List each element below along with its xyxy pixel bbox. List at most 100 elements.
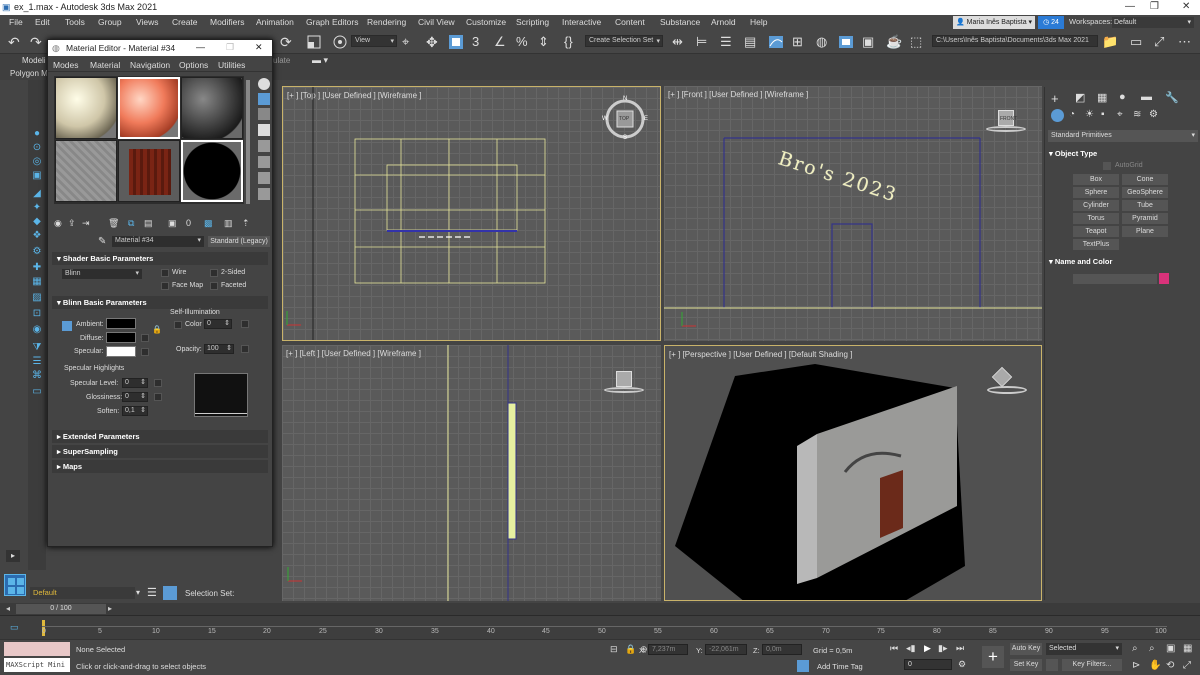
lights-icon[interactable]: ☀ (1085, 109, 1094, 120)
default-in-out-tangent-icon[interactable] (1046, 659, 1058, 671)
create-tab-icon[interactable]: + (1051, 91, 1059, 106)
glossiness-map-button[interactable] (154, 393, 162, 401)
viewport-front[interactable]: [+ ] [Front ] [User Defined ] [Wireframe… (664, 86, 1042, 341)
zoom-all-icon[interactable]: ⌕ (1149, 643, 1155, 654)
sample-slot-2-active[interactable] (118, 77, 180, 139)
extended-parameters-rollout[interactable]: ▸ Extended Parameters (52, 430, 268, 443)
wire-checkbox[interactable] (161, 269, 169, 277)
time-config-icon[interactable]: ⚙ (958, 659, 966, 670)
snap-3d-icon[interactable]: 3 (472, 34, 488, 50)
freeze-icon[interactable]: ⊡ (31, 308, 43, 320)
self-illum-spinner[interactable]: 0 ⇕ (204, 319, 232, 329)
blinn-basic-rollout[interactable]: ▾ Blinn Basic Parameters (52, 296, 268, 309)
expand-left-panel-icon[interactable]: ▸ (6, 550, 20, 562)
time-next-icon[interactable]: ▸ (108, 604, 112, 613)
scale-icon[interactable] (306, 34, 322, 50)
time-slider[interactable]: 0 / 100 (16, 604, 106, 614)
supersampling-rollout[interactable]: ▸ SuperSampling (52, 445, 268, 458)
specular-level-map-button[interactable] (154, 379, 162, 387)
z-coordinate-field[interactable]: 0,0m (762, 644, 802, 655)
selection-lock-icon[interactable]: 🔒 (625, 644, 636, 655)
self-illum-map-button[interactable] (241, 320, 249, 328)
maxscript-mini-listener[interactable]: MAXScript Mini (4, 658, 70, 672)
hide-icon[interactable]: ▨ (31, 292, 43, 304)
opacity-spinner[interactable]: 100 ⇕ (204, 344, 234, 354)
eyedropper-icon[interactable]: ✎ (98, 236, 106, 247)
specular-color-swatch[interactable] (106, 346, 136, 357)
faceted-checkbox[interactable] (210, 282, 218, 290)
sample-slot-5[interactable] (118, 140, 180, 202)
camera-icon[interactable]: ▣ (31, 170, 43, 182)
teapot-button[interactable]: Teapot (1073, 226, 1119, 237)
menu-interactive[interactable]: Interactive (562, 17, 601, 27)
menu-scripting[interactable]: Scripting (516, 17, 549, 27)
sample-slot-1[interactable] (55, 77, 117, 139)
diffuse-map-button[interactable] (141, 334, 149, 342)
spinner-snap-icon[interactable]: ⇕ (538, 34, 554, 50)
viewcube-left[interactable] (616, 371, 632, 387)
me-menu-navigation[interactable]: Navigation (130, 60, 170, 70)
menu-edit[interactable]: Edit (35, 17, 50, 27)
set-key-mode-icon[interactable]: + (982, 646, 1004, 668)
screen-icon[interactable]: ▭ (1130, 34, 1146, 50)
track-bar-icon[interactable]: ▭ (10, 622, 19, 633)
two-sided-checkbox[interactable] (210, 269, 218, 277)
key-set-dropdown[interactable]: Selected ▾ (1046, 643, 1122, 655)
curve-editor-icon[interactable] (768, 34, 784, 50)
render-iterative-icon[interactable]: ⬚ (910, 34, 926, 50)
background-icon[interactable] (258, 108, 270, 120)
modify-tab-icon[interactable]: ◩ (1075, 91, 1085, 104)
next-frame-icon[interactable]: ▮▸ (938, 643, 947, 654)
previous-frame-icon[interactable]: ◂▮ (906, 643, 915, 654)
menu-substance[interactable]: Substance (660, 17, 700, 27)
sample-slot-4[interactable] (55, 140, 117, 202)
ambient-color-swatch[interactable] (106, 318, 136, 329)
menu-tools[interactable]: Tools (65, 17, 85, 27)
placement-icon[interactable] (332, 34, 348, 50)
time-prev-icon[interactable]: ◂ (6, 604, 10, 613)
go-to-end-icon[interactable]: ⏭ (956, 643, 964, 654)
motion-tab-icon[interactable]: ● (1119, 91, 1126, 103)
make-preview-icon[interactable] (258, 156, 270, 168)
menu-civil-view[interactable]: Civil View (418, 17, 455, 27)
rotate-icon[interactable]: ⟳ (280, 34, 296, 50)
object-name-input[interactable] (1073, 274, 1157, 284)
chevron-down-icon[interactable]: ▾ (136, 588, 140, 597)
material-editor-titlebar[interactable]: ◍ Material Editor - Material #34 — ❐ ✕ (48, 40, 272, 56)
link-icon[interactable]: ⊙ (31, 142, 43, 154)
show-in-viewport-icon[interactable]: ▩ (204, 218, 213, 229)
user-account[interactable]: 👤 Maria Inês Baptista ▾ (953, 16, 1035, 29)
textplus-button[interactable]: TextPlus (1073, 239, 1119, 250)
key-filters-button[interactable]: Key Filters... (1062, 659, 1122, 671)
ruler-icon[interactable]: ◢ (31, 188, 43, 200)
ribbon-tab-modeling[interactable]: Modeli (22, 56, 46, 65)
project-path-field[interactable]: C:\Users\Inês Baptista\Documents\3ds Max… (932, 35, 1098, 47)
project-folder-icon[interactable]: 📁 (1102, 34, 1118, 50)
selection-set-icon[interactable] (163, 586, 177, 600)
options-icon[interactable] (258, 172, 270, 184)
scene-explorer-icon[interactable]: ▭ (31, 386, 43, 398)
menu-animation[interactable]: Animation (256, 17, 294, 27)
align-icon[interactable]: ⊨ (696, 34, 712, 50)
assign-material-icon[interactable]: ⇥ (82, 218, 90, 229)
edit-named-selections-icon[interactable]: {} (564, 34, 580, 50)
menu-help[interactable]: Help (750, 17, 767, 27)
me-minimize-icon[interactable]: — (196, 42, 205, 52)
helper-icon[interactable]: ◆ (31, 216, 43, 228)
layers-stack-icon[interactable]: ☰ (147, 586, 157, 599)
me-close-icon[interactable]: ✕ (255, 42, 263, 53)
sample-slot-6[interactable] (181, 140, 243, 202)
viewport-layout-icon[interactable] (4, 574, 26, 596)
maps-rollout[interactable]: ▸ Maps (52, 460, 268, 473)
x-coordinate-field[interactable]: 7,237m (648, 644, 688, 655)
ambient-diffuse-lock-left[interactable] (62, 321, 72, 331)
make-unique-icon[interactable]: ⧉ (128, 218, 134, 229)
me-menu-options[interactable]: Options (179, 60, 208, 70)
cylinder-button[interactable]: Cylinder (1073, 200, 1119, 211)
minimize-icon[interactable]: — (1125, 1, 1135, 12)
menu-file[interactable]: File (9, 17, 23, 27)
geosphere-button[interactable]: GeoSphere (1122, 187, 1168, 198)
object-type-rollout[interactable]: ▾ Object Type (1049, 149, 1097, 158)
current-frame-field[interactable]: 0 (904, 659, 952, 670)
pivot-icon[interactable]: ⌖ (402, 34, 418, 50)
